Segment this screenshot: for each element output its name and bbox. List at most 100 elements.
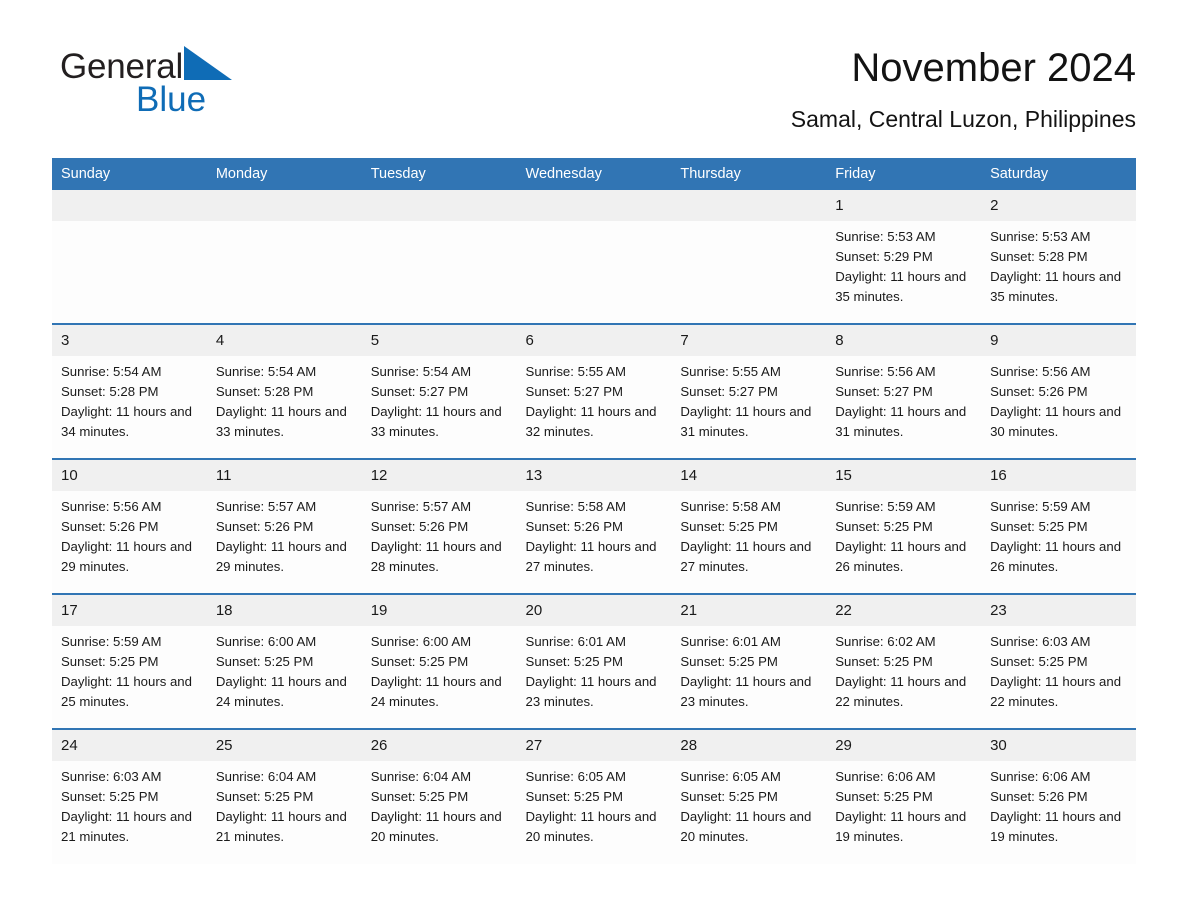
day-number: 1 <box>826 190 982 221</box>
day-number: 28 <box>671 730 827 761</box>
sunrise-text: Sunrise: 5:59 AM <box>835 499 936 514</box>
calendar-day-cell[interactable]: 15 Sunrise: 5:59 AM Sunset: 5:25 PM Dayligh… <box>826 458 982 594</box>
calendar-day-cell[interactable]: 26 Sunrise: 6:04 AM Sunset: 5:25 PM Dayligh… <box>361 728 517 864</box>
day-details: Sunrise: 5:55 AM Sunset: 5:27 PM Daylight:… <box>517 356 672 442</box>
daylight-text: Daylight: 11 hours and 20 minutes. <box>525 809 657 844</box>
daylight-text: Daylight: 11 hours and 29 minutes. <box>215 539 347 574</box>
calendar-day-cell[interactable]: 6 Sunrise: 5:55 AM Sunset: 5:27 PM Daylight… <box>516 323 672 459</box>
calendar-day-cell[interactable]: 7 Sunrise: 5:55 AM Sunset: 5:27 PM Daylight… <box>671 323 827 459</box>
day-number: 18 <box>206 595 362 626</box>
day-details: Sunrise: 6:01 AM Sunset: 5:25 PM Daylight:… <box>671 626 826 712</box>
day-details: Sunrise: 5:57 AM Sunset: 5:26 PM Daylight:… <box>207 491 362 577</box>
sunset-text: Sunset: 5:27 PM <box>525 384 624 399</box>
daylight-text: Daylight: 11 hours and 23 minutes. <box>525 674 657 709</box>
sunrise-text: Sunrise: 5:55 AM <box>525 364 626 379</box>
weekday-header-friday: Friday <box>826 158 982 190</box>
calendar-day-cell[interactable]: 20 Sunrise: 6:01 AM Sunset: 5:25 PM Dayligh… <box>516 593 672 729</box>
sunset-text: Sunset: 5:25 PM <box>835 519 933 534</box>
calendar-day-cell[interactable]: 3 Sunrise: 5:54 AM Sunset: 5:28 PM Daylight… <box>52 323 207 459</box>
day-number: 2 <box>981 190 1136 221</box>
calendar-week-row: 24 Sunrise: 6:03 AM Sunset: 5:25 PM Dayligh… <box>52 728 1136 864</box>
calendar-day-cell[interactable]: 29 Sunrise: 6:06 AM Sunset: 5:25 PM Dayligh… <box>826 728 982 864</box>
day-number: 24 <box>52 730 207 761</box>
day-details: Sunrise: 6:05 AM Sunset: 5:25 PM Daylight:… <box>517 761 672 847</box>
calendar-day-cell[interactable]: 30 Sunrise: 6:06 AM Sunset: 5:26 PM Dayligh… <box>981 728 1136 864</box>
sunrise-text: Sunrise: 5:59 AM <box>990 499 1091 514</box>
day-number: 15 <box>826 460 982 491</box>
day-number: 30 <box>981 730 1136 761</box>
day-details: Sunrise: 5:54 AM Sunset: 5:28 PM Daylight:… <box>207 356 362 442</box>
day-details: Sunrise: 6:06 AM Sunset: 5:26 PM Daylight:… <box>981 761 1136 847</box>
day-details: Sunrise: 5:59 AM Sunset: 5:25 PM Daylight:… <box>981 491 1136 577</box>
calendar-day-cell[interactable]: 27 Sunrise: 6:05 AM Sunset: 5:25 PM Dayligh… <box>516 728 672 864</box>
day-number <box>206 190 362 221</box>
calendar-day-cell[interactable]: 28 Sunrise: 6:05 AM Sunset: 5:25 PM Dayligh… <box>671 728 827 864</box>
page-subtitle-location: Samal, Central Luzon, Philippines <box>790 106 1136 132</box>
daylight-text: Daylight: 11 hours and 24 minutes. <box>215 674 347 709</box>
calendar-day-cell[interactable]: 13 Sunrise: 5:58 AM Sunset: 5:26 PM Dayligh… <box>516 458 672 594</box>
sunset-text: Sunset: 5:25 PM <box>835 654 933 669</box>
sunset-text: Sunset: 5:25 PM <box>215 654 314 669</box>
sunrise-text: Sunrise: 5:54 AM <box>61 364 162 379</box>
calendar-day-cell[interactable]: 2 Sunrise: 5:53 AM Sunset: 5:28 PM Daylight… <box>981 190 1136 324</box>
calendar-day-cell[interactable]: 5 Sunrise: 5:54 AM Sunset: 5:27 PM Daylight… <box>361 323 517 459</box>
calendar-day-cell[interactable]: 25 Sunrise: 6:04 AM Sunset: 5:25 PM Dayligh… <box>206 728 362 864</box>
general-blue-logo[interactable]: General Blue <box>60 46 320 122</box>
day-details: Sunrise: 6:00 AM Sunset: 5:25 PM Daylight:… <box>207 626 362 712</box>
calendar-week-row: 10 Sunrise: 5:56 AM Sunset: 5:26 PM Dayligh… <box>52 458 1136 594</box>
day-number: 16 <box>981 460 1136 491</box>
day-number <box>671 190 827 221</box>
calendar-day-cell[interactable]: 21 Sunrise: 6:01 AM Sunset: 5:25 PM Dayligh… <box>671 593 827 729</box>
sunrise-text: Sunrise: 6:04 AM <box>370 769 472 784</box>
day-details: Sunrise: 6:04 AM Sunset: 5:25 PM Daylight:… <box>207 761 362 847</box>
sunrise-text: Sunrise: 6:01 AM <box>525 634 626 649</box>
sunset-text: Sunset: 5:25 PM <box>215 789 314 804</box>
daylight-text: Daylight: 11 hours and 20 minutes. <box>680 809 812 844</box>
daylight-text: Daylight: 11 hours and 24 minutes. <box>370 674 502 709</box>
calendar-day-cell[interactable]: 11 Sunrise: 5:57 AM Sunset: 5:26 PM Dayligh… <box>206 458 362 594</box>
daylight-text: Daylight: 11 hours and 22 minutes. <box>990 674 1122 709</box>
calendar-day-cell[interactable]: 24 Sunrise: 6:03 AM Sunset: 5:25 PM Dayligh… <box>52 728 207 864</box>
daylight-text: Daylight: 11 hours and 31 minutes. <box>835 404 967 439</box>
calendar-week-row: 3 Sunrise: 5:54 AM Sunset: 5:28 PM Daylight… <box>52 323 1136 459</box>
daylight-text: Daylight: 11 hours and 34 minutes. <box>61 404 192 439</box>
calendar-day-cell-empty <box>516 190 672 324</box>
sunrise-text: Sunrise: 6:05 AM <box>525 769 626 784</box>
day-details: Sunrise: 5:54 AM Sunset: 5:27 PM Daylight:… <box>362 356 517 442</box>
sunset-text: Sunset: 5:25 PM <box>61 789 159 804</box>
day-number: 21 <box>671 595 827 626</box>
weekday-header-wednesday: Wednesday <box>516 158 672 190</box>
sunset-text: Sunset: 5:28 PM <box>215 384 314 399</box>
calendar-day-cell[interactable]: 16 Sunrise: 5:59 AM Sunset: 5:25 PM Dayligh… <box>981 458 1136 594</box>
calendar-day-cell[interactable]: 17 Sunrise: 5:59 AM Sunset: 5:25 PM Dayligh… <box>52 593 207 729</box>
daylight-text: Daylight: 11 hours and 27 minutes. <box>525 539 657 574</box>
day-details: Sunrise: 5:58 AM Sunset: 5:25 PM Daylight:… <box>671 491 826 577</box>
daylight-text: Daylight: 11 hours and 27 minutes. <box>680 539 812 574</box>
calendar-day-cell[interactable]: 19 Sunrise: 6:00 AM Sunset: 5:25 PM Dayligh… <box>361 593 517 729</box>
sunset-text: Sunset: 5:27 PM <box>835 384 933 399</box>
calendar-day-cell[interactable]: 14 Sunrise: 5:58 AM Sunset: 5:25 PM Dayligh… <box>671 458 827 594</box>
calendar-day-cell[interactable]: 23 Sunrise: 6:03 AM Sunset: 5:25 PM Dayligh… <box>981 593 1136 729</box>
day-number: 12 <box>361 460 517 491</box>
daylight-text: Daylight: 11 hours and 22 minutes. <box>835 674 967 709</box>
sunrise-text: Sunrise: 5:53 AM <box>835 229 936 244</box>
calendar-day-cell[interactable]: 18 Sunrise: 6:00 AM Sunset: 5:25 PM Dayligh… <box>206 593 362 729</box>
sunset-text: Sunset: 5:25 PM <box>990 654 1088 669</box>
calendar-day-cell[interactable]: 22 Sunrise: 6:02 AM Sunset: 5:25 PM Dayligh… <box>826 593 982 729</box>
daylight-text: Daylight: 11 hours and 25 minutes. <box>61 674 192 709</box>
calendar-day-cell[interactable]: 12 Sunrise: 5:57 AM Sunset: 5:26 PM Dayligh… <box>361 458 517 594</box>
day-number: 19 <box>361 595 517 626</box>
sunrise-text: Sunrise: 5:57 AM <box>215 499 317 514</box>
day-number: 14 <box>671 460 827 491</box>
calendar-day-cell-empty <box>361 190 517 324</box>
calendar-day-cell[interactable]: 4 Sunrise: 5:54 AM Sunset: 5:28 PM Daylight… <box>206 323 362 459</box>
day-details: Sunrise: 6:00 AM Sunset: 5:25 PM Daylight:… <box>362 626 517 712</box>
calendar-day-cell[interactable]: 10 Sunrise: 5:56 AM Sunset: 5:26 PM Dayligh… <box>52 458 207 594</box>
calendar-day-cell[interactable]: 1 Sunrise: 5:53 AM Sunset: 5:29 PM Daylight… <box>826 190 982 324</box>
sunrise-text: Sunrise: 5:58 AM <box>525 499 626 514</box>
brand-word-blue: Blue <box>136 80 207 119</box>
calendar-day-cell[interactable]: 8 Sunrise: 5:56 AM Sunset: 5:27 PM Daylight… <box>826 323 982 459</box>
calendar-day-cell[interactable]: 9 Sunrise: 5:56 AM Sunset: 5:26 PM Daylight… <box>981 323 1136 459</box>
day-number: 27 <box>516 730 672 761</box>
weekday-header-tuesday: Tuesday <box>361 158 517 190</box>
